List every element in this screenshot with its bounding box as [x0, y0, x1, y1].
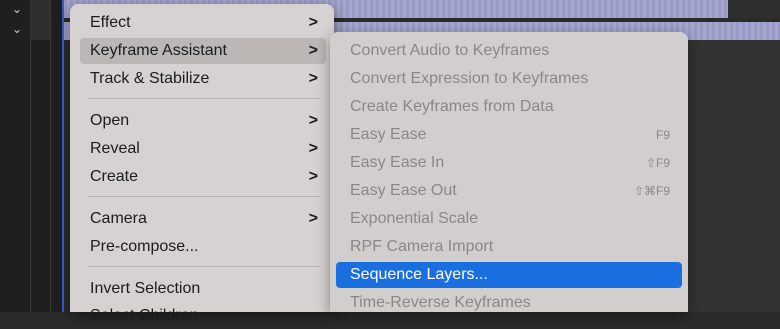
menu-item-label: Keyframe Assistant [90, 42, 227, 59]
menu-separator [88, 196, 320, 197]
menu-item-effect[interactable]: Effect > [80, 10, 326, 36]
submenu-item-label: Exponential Scale [350, 210, 479, 227]
submenu-item-exponential-scale[interactable]: Exponential Scale [336, 206, 682, 232]
layer-switch-cell [30, 0, 50, 40]
submenu-arrow-icon: > [308, 14, 318, 31]
submenu-arrow-icon: > [308, 140, 318, 157]
keyboard-shortcut: ⇧⌘F9 [633, 184, 670, 198]
submenu-item-create-keyframes-from-data[interactable]: Create Keyframes from Data [336, 94, 682, 120]
expand-chevron-icon[interactable]: ⌄ [10, 2, 24, 16]
submenu-item-time-reverse-keyframes[interactable]: Time-Reverse Keyframes [336, 290, 682, 316]
timeline-layer-panel [0, 0, 62, 312]
keyboard-shortcut: F9 [655, 128, 670, 142]
submenu-arrow-icon: > [308, 42, 318, 59]
menu-item-label: Select Children [90, 307, 199, 324]
submenu-arrow-icon: > [308, 112, 318, 129]
menu-item-label: Effect [90, 14, 131, 31]
track-end-cell [728, 0, 780, 18]
menu-item-pre-compose[interactable]: Pre-compose... [80, 234, 326, 260]
menu-item-label: Track & Stabilize [90, 70, 210, 87]
submenu-arrow-icon: > [308, 70, 318, 87]
menu-item-label: Pre-compose... [90, 238, 199, 255]
menu-item-label: Create [90, 168, 139, 185]
submenu-item-label: Create Keyframes from Data [350, 98, 554, 115]
menu-item-create[interactable]: Create > [80, 164, 326, 190]
menu-item-invert-selection[interactable]: Invert Selection [80, 276, 326, 302]
submenu-item-label: Sequence Layers... [350, 266, 488, 283]
timeline-track-area [688, 40, 780, 312]
column-divider [30, 0, 31, 312]
submenu-item-easy-ease-out[interactable]: Easy Ease Out ⇧⌘F9 [336, 178, 682, 204]
menu-item-camera[interactable]: Camera > [80, 206, 326, 232]
expand-chevron-icon[interactable]: ⌄ [10, 22, 24, 36]
submenu-arrow-icon: > [308, 168, 318, 185]
submenu-item-label: Easy Ease In [350, 154, 445, 171]
menu-item-label: Invert Selection [90, 280, 201, 297]
menu-item-reveal[interactable]: Reveal > [80, 136, 326, 162]
submenu-item-convert-audio[interactable]: Convert Audio to Keyframes [336, 38, 682, 64]
submenu-item-sequence-layers[interactable]: Sequence Layers... [336, 262, 682, 288]
column-divider [50, 0, 51, 312]
submenu-item-rpf-camera-import[interactable]: RPF Camera Import [336, 234, 682, 260]
submenu-item-label: RPF Camera Import [350, 238, 494, 255]
menu-separator [88, 266, 320, 267]
submenu-item-easy-ease-in[interactable]: Easy Ease In ⇧F9 [336, 150, 682, 176]
keyboard-shortcut: ⇧F9 [645, 156, 670, 170]
keyframe-assistant-submenu: Convert Audio to Keyframes Convert Expre… [330, 32, 688, 312]
submenu-item-label: Convert Audio to Keyframes [350, 42, 550, 59]
submenu-arrow-icon: > [308, 210, 318, 227]
menu-item-label: Reveal [90, 140, 140, 157]
menu-item-select-children[interactable]: Select Children [80, 303, 326, 329]
menu-item-label: Open [90, 112, 130, 129]
submenu-item-label: Convert Expression to Keyframes [350, 70, 589, 87]
menu-separator [88, 98, 320, 99]
menu-item-keyframe-assistant[interactable]: Keyframe Assistant > [80, 38, 326, 64]
submenu-item-label: Time-Reverse Keyframes [350, 294, 531, 311]
submenu-item-convert-expression[interactable]: Convert Expression to Keyframes [336, 66, 682, 92]
submenu-item-label: Easy Ease Out [350, 182, 457, 199]
submenu-item-easy-ease[interactable]: Easy Ease F9 [336, 122, 682, 148]
submenu-item-label: Easy Ease [350, 126, 427, 143]
menu-item-open[interactable]: Open > [80, 108, 326, 134]
menu-item-track-stabilize[interactable]: Track & Stabilize > [80, 66, 326, 92]
context-menu: Effect > Keyframe Assistant > Track & St… [70, 4, 334, 324]
menu-item-label: Camera [90, 210, 147, 227]
playhead-line [62, 0, 64, 312]
